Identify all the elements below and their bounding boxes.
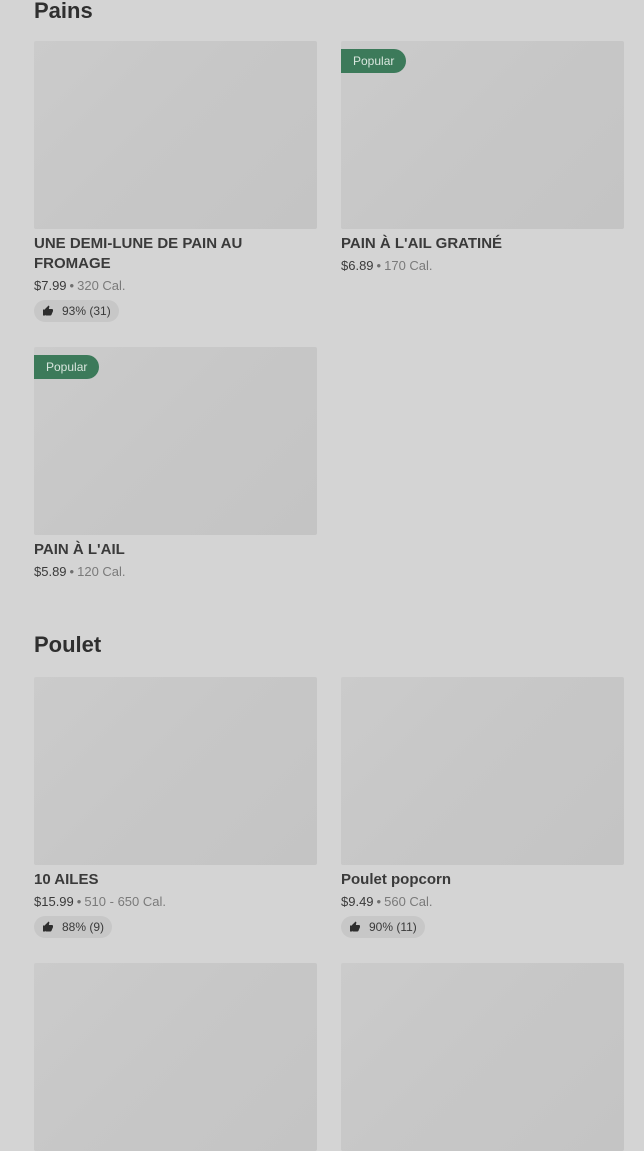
item-image[interactable]: Popular bbox=[34, 347, 317, 535]
item-image[interactable] bbox=[341, 677, 624, 865]
separator-dot: • bbox=[69, 278, 75, 293]
rating-badge: 93% (31) bbox=[34, 300, 119, 322]
menu-item-card[interactable]: Popular PAIN À L'AIL $5.89 • 120 Cal. bbox=[34, 347, 317, 581]
rating-badge: 90% (11) bbox=[341, 916, 425, 938]
item-name: PAIN À L'AIL GRATINÉ bbox=[341, 235, 503, 252]
item-image[interactable]: Popular bbox=[341, 41, 624, 229]
item-image[interactable] bbox=[34, 677, 317, 865]
separator-dot: • bbox=[76, 894, 82, 909]
menu-item-card[interactable]: 10 AILES $15.99 • 510 - 650 Cal. 88% (9) bbox=[34, 677, 317, 938]
item-name: UNE DEMI-LUNE DE PAIN AU FROMAGE bbox=[34, 235, 243, 272]
item-meta: $6.89 • 170 Cal. bbox=[341, 257, 624, 275]
section-title-poulet: Poulet bbox=[34, 632, 102, 657]
thumbs-up-icon bbox=[43, 921, 53, 932]
menu-item-card[interactable]: Poulet popcorn $9.49 • 560 Cal. 90% (11) bbox=[341, 677, 624, 938]
item-name: Poulet popcorn bbox=[341, 871, 451, 888]
item-calories: 170 Cal. bbox=[384, 258, 433, 273]
rating-text: 90% (11) bbox=[369, 920, 417, 934]
item-price: $15.99 bbox=[34, 894, 74, 909]
item-calories: 510 - 650 Cal. bbox=[84, 894, 166, 909]
thumbs-up-icon bbox=[43, 305, 53, 316]
item-image[interactable] bbox=[34, 963, 317, 1151]
rating-text: 93% (31) bbox=[62, 304, 111, 318]
section-title-pains: Pains bbox=[34, 0, 93, 23]
item-name: 10 AILES bbox=[34, 871, 99, 888]
rating-badge: 88% (9) bbox=[34, 916, 113, 938]
item-calories: 120 Cal. bbox=[77, 564, 126, 579]
item-name: PAIN À L'AIL bbox=[34, 541, 125, 558]
item-image[interactable] bbox=[341, 963, 624, 1151]
item-price: $7.99 bbox=[34, 278, 67, 293]
menu-item-card[interactable] bbox=[341, 963, 624, 1151]
item-image[interactable] bbox=[34, 41, 317, 229]
thumbs-up-icon bbox=[350, 921, 360, 932]
popular-badge: Popular bbox=[341, 49, 407, 73]
popular-badge: Popular bbox=[34, 355, 100, 379]
item-price: $9.49 bbox=[341, 894, 374, 909]
rating-text: 88% (9) bbox=[62, 920, 105, 934]
item-price: $5.89 bbox=[34, 564, 67, 579]
item-meta: $9.49 • 560 Cal. bbox=[341, 893, 624, 911]
item-meta: $15.99 • 510 - 650 Cal. bbox=[34, 893, 317, 911]
separator-dot: • bbox=[376, 258, 382, 273]
menu-item-card[interactable]: UNE DEMI-LUNE DE PAIN AU FROMAGE $7.99 • 3… bbox=[34, 41, 317, 322]
item-price: $6.89 bbox=[341, 258, 374, 273]
item-calories: 320 Cal. bbox=[77, 278, 126, 293]
item-meta: $7.99 • 320 Cal. bbox=[34, 277, 317, 295]
menu-item-card[interactable] bbox=[34, 963, 317, 1151]
item-meta: $5.89 • 120 Cal. bbox=[34, 563, 317, 581]
menu-item-card[interactable]: Popular PAIN À L'AIL GRATINÉ $6.89 • 170 C… bbox=[341, 41, 624, 275]
separator-dot: • bbox=[376, 894, 382, 909]
separator-dot: • bbox=[69, 564, 75, 579]
item-calories: 560 Cal. bbox=[384, 894, 433, 909]
